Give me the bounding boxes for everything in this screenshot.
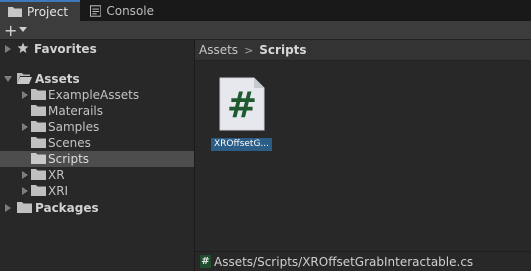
folder-icon: [31, 137, 46, 148]
tree-item-label: XR: [48, 168, 65, 182]
csharp-script-icon: #: [200, 255, 211, 268]
expand-arrow-icon[interactable]: [5, 204, 11, 212]
breadcrumb-item-assets[interactable]: Assets: [199, 43, 238, 57]
console-icon: [90, 4, 102, 17]
project-toolbar: +: [0, 21, 531, 40]
breadcrumb-item-scripts[interactable]: Scripts: [259, 43, 306, 57]
asset-grid: # XROffsetG...: [195, 61, 531, 251]
tree-item-assets[interactable]: Assets: [0, 71, 194, 87]
tree-item-scripts[interactable]: Scripts: [0, 151, 194, 167]
asset-tile-xroffsetgrabinteractable[interactable]: # XROffsetG...: [211, 76, 275, 153]
folder-icon: [17, 202, 32, 213]
tree-item-label: XRI: [48, 184, 69, 198]
star-icon: [17, 42, 29, 53]
tab-project-label: Project: [27, 4, 69, 19]
folder-icon: [8, 7, 22, 17]
folder-icon: [31, 153, 46, 164]
expand-arrow-icon[interactable]: [22, 171, 28, 179]
collapse-arrow-icon[interactable]: [4, 76, 12, 82]
expand-arrow-icon[interactable]: [5, 45, 11, 53]
expand-arrow-icon[interactable]: [22, 187, 28, 195]
tree-item-exampleassets[interactable]: ExampleAssets: [0, 87, 194, 103]
folder-icon: [31, 121, 46, 132]
tree-item-materails[interactable]: Materails: [0, 103, 194, 119]
plus-icon: +: [4, 20, 18, 40]
folder-icon: [31, 169, 46, 180]
tab-console[interactable]: Console: [82, 0, 162, 21]
tree-item-label: Assets: [35, 72, 80, 86]
tab-project[interactable]: Project: [0, 0, 80, 21]
tree-item-label: ExampleAssets: [48, 88, 140, 102]
tree-item-label: Scenes: [48, 136, 91, 150]
folder-icon: [31, 105, 46, 116]
tree-item-favorites[interactable]: Favorites: [0, 41, 194, 57]
folder-icon: [31, 185, 46, 196]
tree-item-label: Favorites: [34, 42, 97, 56]
tree-item-label: Scripts: [48, 152, 90, 166]
tree-item-xri[interactable]: XRI: [0, 183, 194, 199]
tab-console-label: Console: [106, 3, 154, 18]
add-asset-button[interactable]: +: [4, 20, 28, 40]
selected-asset-path-bar: # Assets/Scripts/XROffsetGrabInteractabl…: [195, 251, 531, 271]
hash-glyph: #: [226, 84, 258, 126]
tree-item-xr[interactable]: XR: [0, 167, 194, 183]
selected-asset-path: Assets/Scripts/XROffsetGrabInteractable.…: [214, 254, 474, 269]
breadcrumb-separator: >: [244, 43, 254, 57]
tree-item-label: Samples: [48, 120, 100, 134]
expand-arrow-icon[interactable]: [22, 91, 28, 99]
chevron-down-icon: [19, 27, 28, 32]
asset-label: XROffsetG...: [211, 138, 272, 151]
tree-item-scenes[interactable]: Scenes: [0, 135, 194, 151]
tree-item-label: Packages: [35, 201, 99, 215]
folder-open-icon: [17, 73, 32, 84]
tree-item-samples[interactable]: Samples: [0, 119, 194, 135]
breadcrumb: Assets > Scripts: [195, 40, 531, 61]
expand-arrow-icon[interactable]: [22, 123, 28, 131]
window-tab-bar: Project Console: [0, 0, 531, 21]
tree-item-packages[interactable]: Packages: [0, 200, 194, 216]
folder-tree: Favorites Assets ExampleAssets Materails…: [0, 40, 195, 271]
tree-item-label: Materails: [48, 104, 104, 118]
folder-icon: [31, 89, 46, 100]
